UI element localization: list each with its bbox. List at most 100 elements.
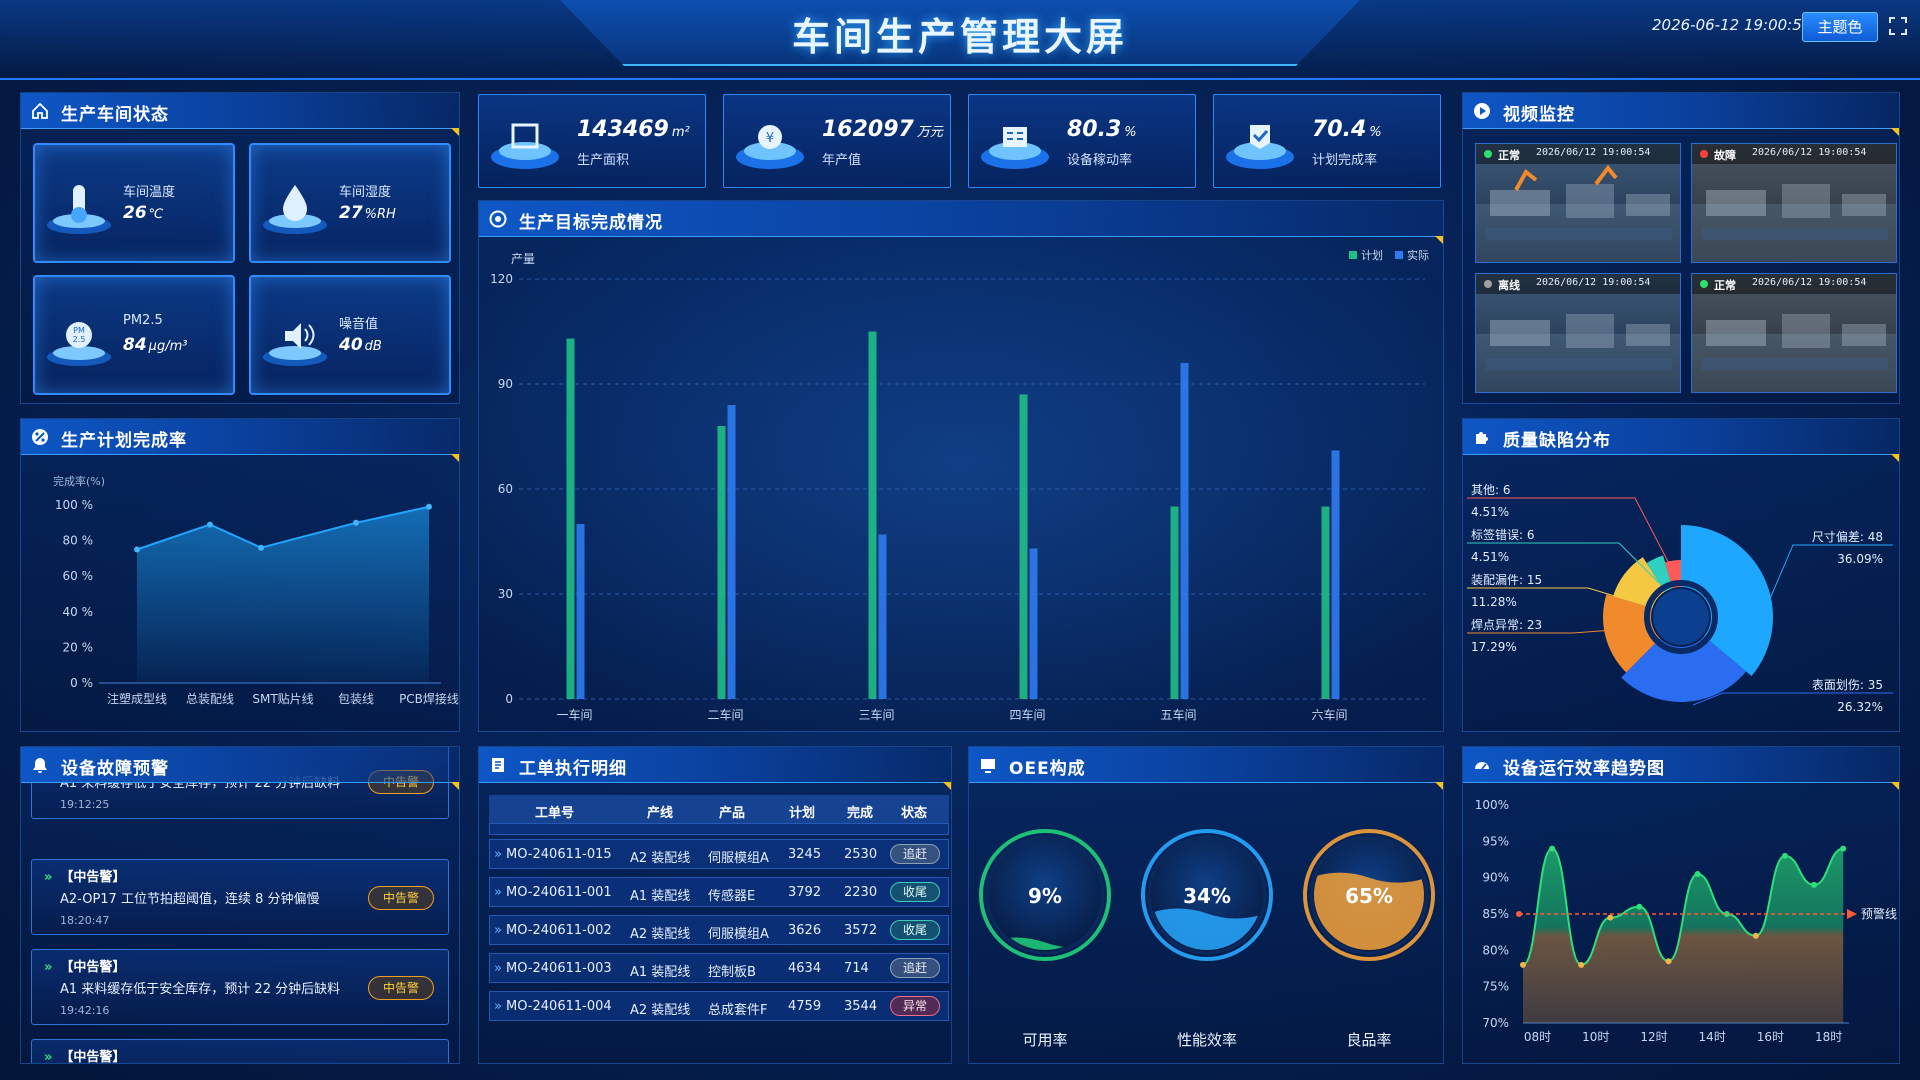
chevron-right-icon: » [494,999,502,1014]
cell-id: MO-240611-015 [506,847,612,862]
check-icon [1226,125,1294,169]
gauge-label: 可用率 [1022,1031,1067,1049]
cell-product: 伺服模组A [708,927,769,942]
y-tick-label: 0 % [70,676,93,690]
panel-title: OEE构成 [1009,759,1086,779]
alert-item[interactable]: » 【中告警】 [31,1039,449,1063]
bar-plan [1170,506,1179,699]
cell-plan: 4634 [788,961,822,976]
efficiency-point [1578,961,1585,968]
status-badge: 收尾 [890,882,940,902]
pie-label: 尺寸偏差: 48 [1812,529,1883,544]
col-header: 计划 [789,806,816,821]
kpi-card-plan-rate: 70.4% 计划完成率 [1213,94,1441,188]
kpi-value: 143469 m² [577,117,690,142]
oee-panel: OEE构成 9% 可用率 34% 性能效率 65% 良品率 [968,746,1444,1064]
theme-button[interactable]: 主题色 [1802,12,1878,42]
table-row[interactable]: » MO-240611-001 A1 装配线 传感器E 3792 2230 收尾 [489,877,949,907]
status-badge: 异常 [890,996,940,1016]
alert-item[interactable]: » 【中告警】 A1 来料缓存低于安全库存，预计 22 分钟后缺料 19:42:1… [31,949,449,1025]
bar-actual [1180,363,1189,699]
panel-title: 设备运行效率趋势图 [1503,759,1665,779]
chevron-right-icon: » [494,847,502,862]
status-dot [1484,280,1492,288]
y-tick-label: 75% [1482,980,1509,994]
camera-icon [1474,103,1490,119]
x-tick-label: 包装线 [338,692,374,706]
video-status: 故障 [1714,149,1736,162]
oee-gauges: 9% 可用率 34% 性能效率 65% 良品率 [979,829,1435,1049]
bar-plan [1019,394,1028,699]
datetime: 2026-06-12 19:00:54 [1652,16,1812,34]
thermometer-icon [47,185,111,234]
plan-point [134,546,140,553]
alert-message: A2-OP17 工位节拍超阈值，连续 8 分钟偏慢 [60,892,320,907]
bar-actual [1331,450,1340,699]
panel-title: 生产车间状态 [61,105,169,125]
chevron-right-icon: » [494,885,502,900]
alert-item[interactable]: » 【中告警】 A2-OP17 工位节拍超阈值，连续 8 分钟偏慢 18:20:4… [31,859,449,935]
noise-icon [263,323,327,366]
alert-message: A1 来料缓存低于安全库存，预计 22 分钟后缺料 [60,982,341,997]
gauge-icon [1475,762,1489,770]
y-tick-label: 40 % [63,605,94,619]
env-tile-humidity: 车间湿度 27 %RH [249,143,451,263]
percent-icon [32,429,48,445]
cell-product: 伺服模组A [708,851,769,866]
efficiency-point [1520,961,1526,968]
table-row[interactable]: » MO-240611-004 A2 装配线 总成套件F 4759 3544 异… [489,991,949,1021]
legend-label: 计划 [1361,249,1383,262]
bar-actual [576,524,585,699]
document-icon [492,758,504,772]
svg-text:¥: ¥ [766,131,774,146]
bell-icon [33,758,47,773]
table-row[interactable]: » MO-240611-015 A2 装配线 伺服模组A 3245 2530 追… [489,839,949,869]
page-title: 车间生产管理大屏 [791,15,1128,59]
pie-label: 焊点异常: 23 [1471,617,1542,632]
pie-percent: 11.28% [1471,595,1517,609]
efficiency-point [1694,871,1701,878]
defect-pie-chart: 尺寸偏差: 48 36.09% 表面划伤: 35 26.32% 焊点异常: 23 17.2… [1467,483,1893,714]
bar-plan [1321,506,1330,699]
target-icon [489,210,507,228]
env-value: 40 dB [339,335,382,355]
status-badge: 追赶 [890,844,940,864]
status-dot [1700,280,1708,288]
env-value: 27 %RH [339,203,396,223]
y-tick-label: 100% [1475,798,1509,812]
x-tick-label: 14时 [1699,1030,1726,1044]
equipment-icon [981,127,1049,169]
bar-actual [878,534,887,699]
panel-title: 生产计划完成率 [61,431,187,451]
y-tick-label: 20 % [63,640,94,654]
table-row[interactable]: » MO-240611-002 A2 装配线 伺服模组A 3626 3572 收… [489,915,949,945]
env-tile-temperature: 车间温度 26 ℃ [33,143,235,263]
video-feed[interactable]: 正常 2026/06/12 19:00:54 [1475,143,1681,263]
x-tick-label: 总装配线 [186,692,234,706]
video-feed[interactable]: 离线 2026/06/12 19:00:54 [1475,273,1681,393]
env-label: 车间温度 [123,185,176,200]
y-tick-label: 120 [490,272,513,286]
video-feed[interactable]: 正常 2026/06/12 19:00:54 [1691,273,1897,393]
video-feed[interactable]: 故障 2026/06/12 19:00:54 [1691,143,1897,263]
table-row[interactable] [489,823,949,835]
env-label: 噪音值 [339,317,379,332]
video-timestamp: 2026/06/12 19:00:54 [1536,147,1651,158]
x-tick-label: 四车间 [1009,707,1045,722]
area-icon [491,123,559,169]
pie-percent: 4.51% [1471,505,1509,519]
cell-plan: 3792 [788,885,822,900]
panel-header: 生产目标完成情况 [479,201,1443,244]
panel-title: 视频监控 [1503,105,1575,125]
y-tick-label: 70% [1482,1016,1509,1030]
table-row[interactable]: » MO-240611-003 A1 装配线 控制板B 4634 714 追赶 [489,953,949,983]
panel-header: 设备运行效率趋势图 [1463,747,1899,790]
y-axis-label: 产量 [511,252,535,266]
video-header: 故障 2026/06/12 19:00:54 [1692,144,1896,164]
cell-done: 714 [844,961,869,976]
video-timestamp: 2026/06/12 19:00:54 [1536,277,1651,288]
plan-rate-chart: 完成率(%) 100 % 80 % 60 % 40 % 20 % 0 % 注塑成型线 总装配线 S… [53,474,459,706]
fullscreen-icon[interactable] [1888,16,1908,36]
bar-plan [566,338,575,699]
cell-done: 3572 [844,923,878,938]
